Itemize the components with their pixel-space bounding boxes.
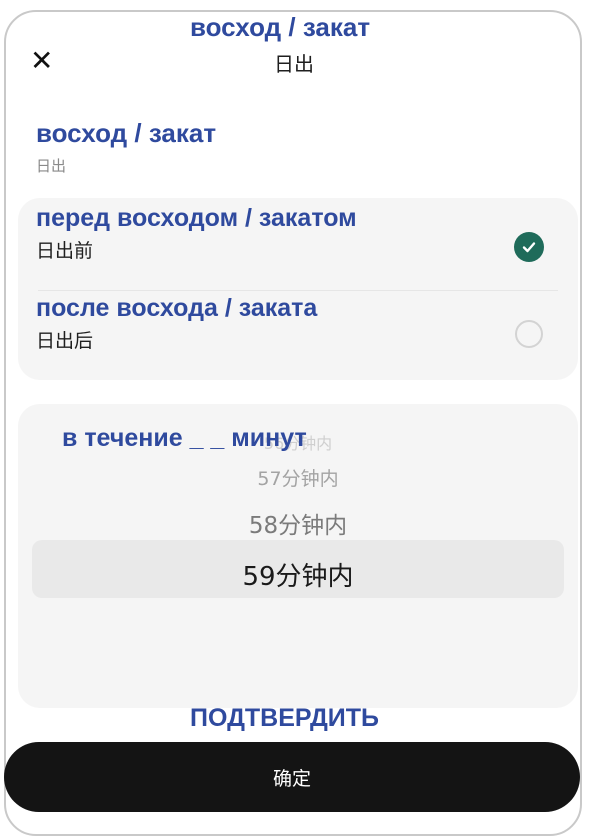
option-before-radio[interactable]	[514, 232, 544, 262]
option-after-label[interactable]: 日出后	[36, 326, 93, 353]
header-title: 日出	[274, 52, 314, 76]
confirm-button-label: 确定	[272, 767, 311, 790]
picker-item-58[interactable]: 58分钟内	[18, 506, 578, 540]
section-label-translation: восход / закат	[36, 118, 217, 148]
option-before-label[interactable]: 日出前	[36, 236, 93, 263]
section-label: 日出	[36, 157, 67, 175]
picker-item-57[interactable]: 57分钟内	[18, 464, 578, 491]
confirm-button[interactable]: 确定	[4, 742, 580, 812]
check-icon	[522, 242, 536, 253]
options-divider	[38, 290, 558, 291]
option-before-translation: перед восходом / закатом	[36, 204, 357, 232]
picker-item-59[interactable]: 59分钟内	[18, 556, 578, 593]
confirm-translation: ПОДТВЕРДИТЬ	[190, 704, 380, 732]
option-after-radio[interactable]	[515, 320, 543, 348]
header-title-translation: восход / закат	[190, 12, 371, 42]
picker-translation: в течение _ _ минут	[62, 424, 307, 452]
option-after-translation: после восхода / заката	[36, 294, 318, 322]
close-icon[interactable]: ✕	[30, 44, 53, 77]
